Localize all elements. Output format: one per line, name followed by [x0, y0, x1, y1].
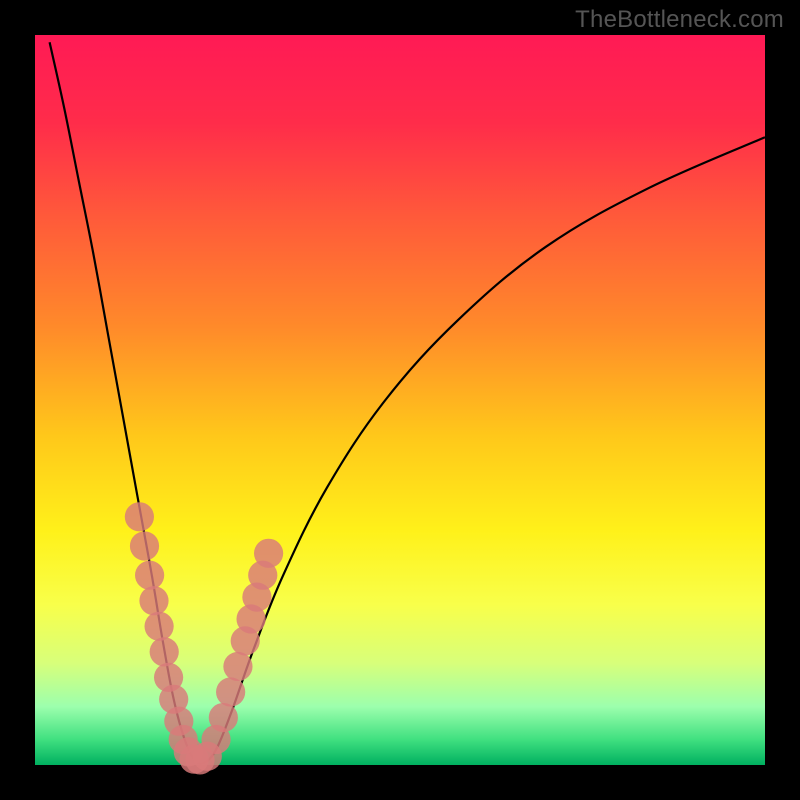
- marker-point: [145, 612, 174, 641]
- marker-point: [223, 652, 252, 681]
- marker-point: [150, 637, 179, 666]
- bottleneck-chart: TheBottleneck.com: [0, 0, 800, 800]
- marker-point: [254, 539, 283, 568]
- plot-background: [35, 35, 765, 765]
- marker-point: [139, 586, 168, 615]
- marker-point: [125, 502, 154, 531]
- marker-point: [216, 677, 245, 706]
- watermark-text: TheBottleneck.com: [575, 6, 784, 34]
- marker-point: [135, 561, 164, 590]
- marker-point: [209, 703, 238, 732]
- marker-point: [130, 531, 159, 560]
- chart-svg: [0, 0, 800, 800]
